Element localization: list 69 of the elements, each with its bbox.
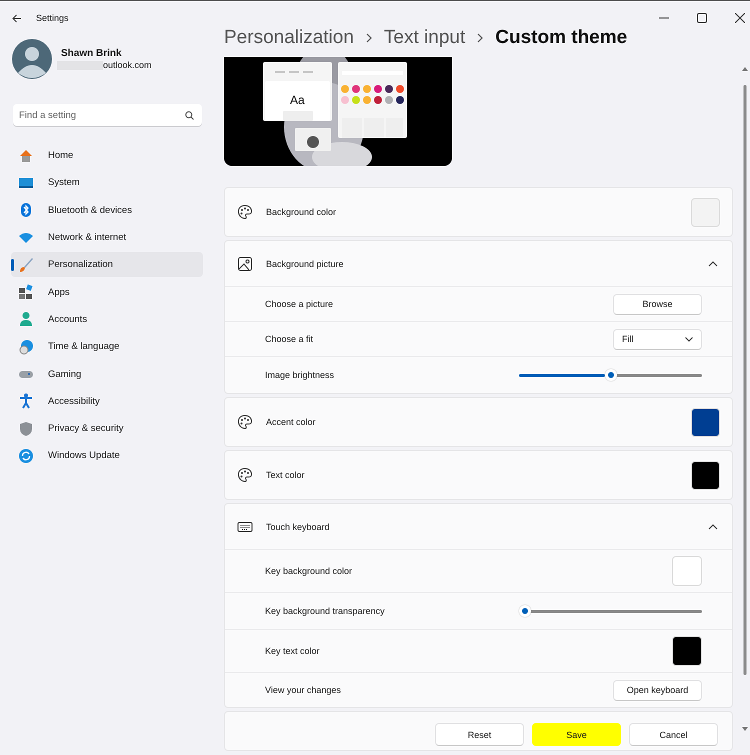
setting-label: Accent color — [266, 417, 317, 427]
footer-button[interactable]: Save — [532, 723, 621, 746]
globe-clock-icon — [18, 338, 34, 355]
color-swatch[interactable] — [691, 460, 720, 490]
accessibility-icon — [18, 393, 34, 410]
nav-item[interactable]: Windows Update — [11, 443, 203, 469]
shield-icon — [18, 420, 34, 437]
nav-item[interactable]: Time & language — [11, 334, 203, 360]
nav-item[interactable]: Apps — [11, 279, 203, 305]
nav-item[interactable]: Accessibility — [11, 388, 203, 414]
action-button[interactable]: Open keyboard — [613, 680, 702, 700]
setting-label: View your changes — [265, 685, 342, 695]
footer-button[interactable]: Cancel — [629, 723, 718, 746]
palette-icon — [237, 204, 253, 220]
chevron-right-icon — [366, 33, 372, 43]
slider[interactable] — [519, 369, 702, 381]
breadcrumb-link[interactable]: Personalization — [224, 27, 354, 49]
chevron-icon[interactable] — [708, 260, 718, 266]
apps-icon — [18, 284, 34, 300]
setting-label: Background picture — [266, 258, 345, 268]
bluetooth-icon — [18, 202, 34, 218]
avatar — [12, 39, 52, 79]
brush-icon — [18, 256, 34, 273]
nav-item[interactable]: Home — [11, 143, 203, 168]
back-icon[interactable] — [12, 14, 22, 22]
window-title: Settings — [36, 13, 69, 23]
sync-icon — [18, 448, 34, 464]
setting-label: Key background transparency — [265, 606, 386, 616]
setting-label: Touch keyboard — [266, 522, 331, 532]
setting-label: Key text color — [265, 646, 321, 656]
footer-button[interactable]: Reset — [435, 723, 524, 746]
nav-item[interactable]: Network & internet — [11, 224, 203, 250]
nav-item[interactable]: Bluetooth & devices — [11, 198, 203, 223]
setting-label: Choose a fit — [265, 334, 314, 344]
breadcrumb-link[interactable]: Text input — [384, 27, 466, 49]
setting-label: Image brightness — [265, 370, 336, 380]
image-icon — [237, 256, 253, 272]
nav-item[interactable]: Gaming — [11, 361, 203, 387]
selection-indicator — [11, 259, 14, 272]
page-title: Custom theme — [495, 27, 628, 49]
slider[interactable] — [519, 605, 702, 617]
search-field[interactable]: Find a setting — [13, 104, 202, 126]
preview-sample-text: Aa — [290, 93, 305, 107]
caret-icon — [685, 336, 693, 342]
color-swatch[interactable] — [691, 198, 720, 226]
chevron-icon[interactable] — [708, 524, 718, 530]
nav-item[interactable]: Privacy & security — [11, 416, 203, 442]
fit-dropdown[interactable]: Fill — [613, 328, 702, 350]
person-icon — [18, 311, 34, 328]
nav-item[interactable]: Accounts — [11, 306, 203, 332]
nav-item[interactable]: System — [11, 170, 203, 196]
user-email: outlook.com — [103, 60, 152, 70]
setting-label: Key background color — [265, 566, 354, 576]
palette-icon — [237, 467, 253, 483]
setting-label: Background color — [266, 207, 338, 217]
search-icon — [185, 111, 194, 120]
setting-label: Choose a picture — [265, 299, 334, 309]
user-name: Shawn Brink — [61, 48, 123, 59]
setting-label: Text color — [266, 470, 306, 480]
chevron-right-icon — [477, 33, 484, 43]
color-swatch[interactable] — [672, 556, 702, 586]
color-swatch[interactable] — [691, 408, 720, 436]
nav-item[interactable]: Personalization — [11, 252, 203, 278]
close-icon[interactable] — [735, 13, 745, 23]
action-button[interactable]: Browse — [613, 294, 702, 314]
house-icon — [18, 148, 34, 164]
color-swatch[interactable] — [672, 636, 702, 666]
maximize-icon[interactable] — [697, 13, 707, 23]
palette-icon — [237, 414, 253, 430]
